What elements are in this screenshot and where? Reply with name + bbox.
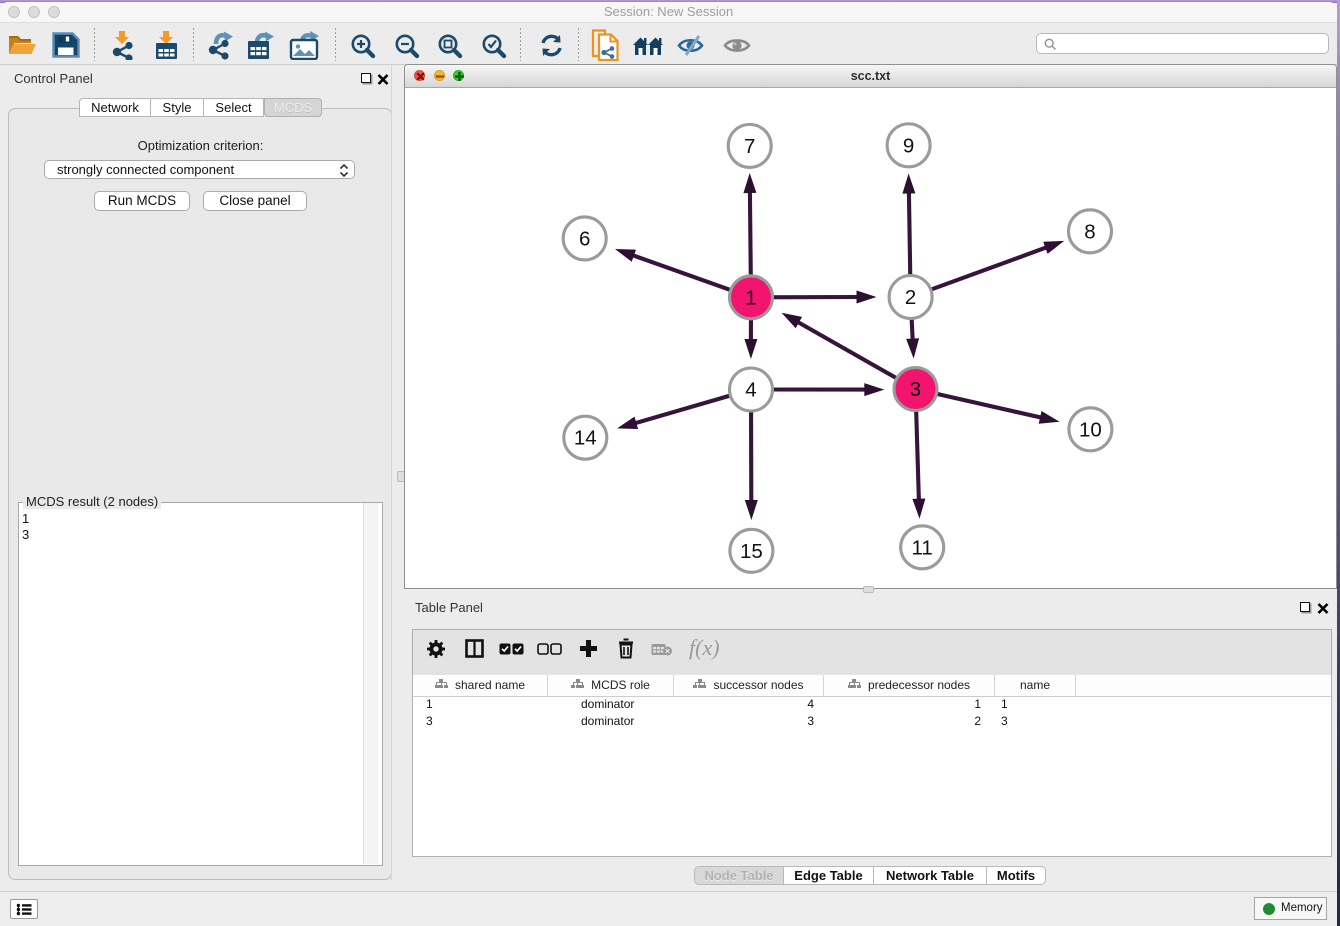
svg-text:9: 9: [903, 134, 914, 157]
svg-text:10: 10: [1079, 418, 1102, 441]
svg-text:3: 3: [910, 378, 921, 401]
svg-text:1: 1: [745, 286, 756, 309]
svg-text:6: 6: [579, 227, 590, 250]
svg-text:7: 7: [744, 135, 755, 158]
svg-text:14: 14: [574, 427, 597, 450]
svg-text:8: 8: [1084, 220, 1095, 243]
svg-text:4: 4: [745, 379, 756, 402]
svg-text:11: 11: [912, 536, 933, 559]
svg-text:2: 2: [905, 286, 916, 309]
svg-text:15: 15: [740, 540, 763, 563]
